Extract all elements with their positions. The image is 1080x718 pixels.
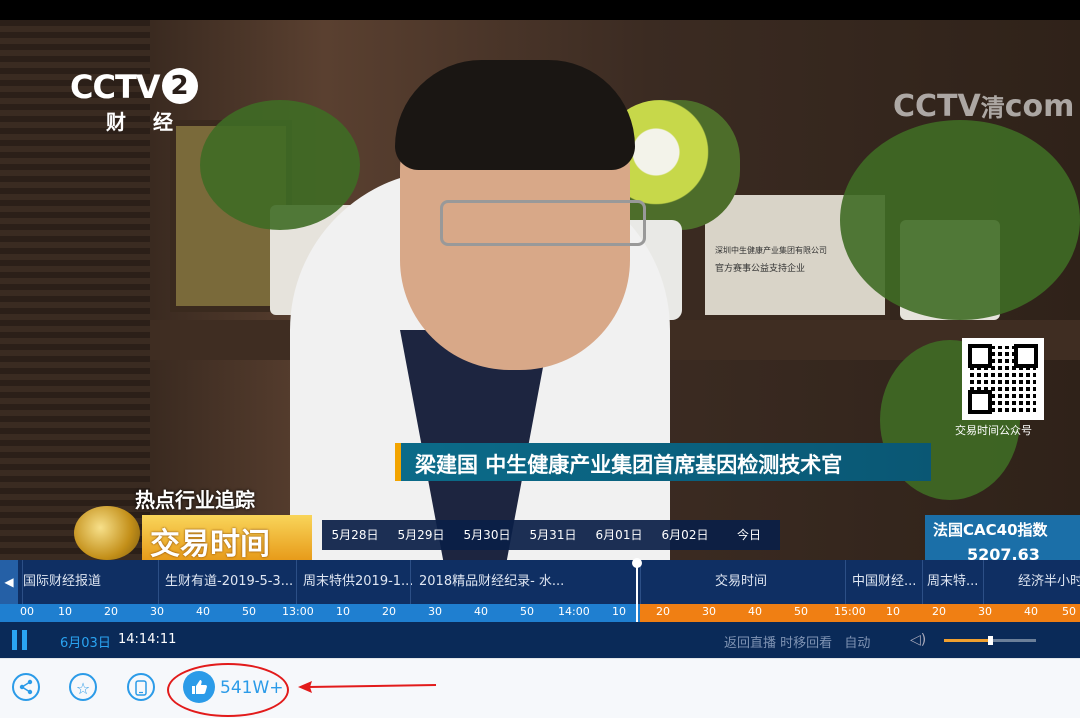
control-bar: 6月03日 14:14:11 返回直播 时移回看 自动 ◁) <box>0 622 1080 658</box>
cctv-watermark: CCTV清com <box>893 88 1074 124</box>
channel-name: 财 经 <box>106 110 183 134</box>
channel-logo-text: CCTV <box>70 68 161 106</box>
schedule-program[interactable]: 中国财经... <box>845 560 928 604</box>
playhead-handle[interactable] <box>632 558 642 568</box>
volume-icon[interactable]: ◁) <box>910 632 926 648</box>
qr-corner <box>968 390 992 414</box>
ruler-tick: 20 <box>104 605 118 618</box>
schedule-program[interactable]: 国际财经报道 <box>22 560 157 604</box>
share-icon[interactable] <box>12 673 40 701</box>
program-globe-icon <box>74 506 140 560</box>
ruler-tick: 20 <box>382 605 396 618</box>
schedule-program[interactable]: 周末特... <box>922 560 985 604</box>
timeshift-button[interactable]: 时移回看 <box>780 636 832 651</box>
qr-corner <box>1014 344 1038 368</box>
date-selector: 5月28日 5月29日 5月30日 5月31日 6月01日 6月02日 今日 <box>322 520 780 550</box>
current-date: 6月03日 <box>60 636 111 651</box>
date-tab[interactable]: 5月29日 <box>388 520 454 550</box>
ruler-tick: 13:00 <box>282 605 314 618</box>
program-title-banner: 交易时间 <box>142 515 312 562</box>
lower-third-text: 梁建国 中生健康产业集团首席基因检测技术官 <box>415 453 843 477</box>
ruler-tick: 15:00 <box>834 605 866 618</box>
back-to-live-button[interactable]: 返回直播 <box>724 636 776 651</box>
plaque-line1: 深圳中生健康产业集团有限公司 <box>715 246 827 255</box>
plaque-line2: 官方赛事公益支持企业 <box>715 264 806 274</box>
ruler-tick: 30 <box>428 605 442 618</box>
volume-handle[interactable] <box>988 636 993 645</box>
plant-right <box>840 120 1080 320</box>
schedule-program-current[interactable]: 交易时间 <box>640 560 841 604</box>
volume-slider[interactable] <box>944 636 1036 645</box>
channel-number: 2 <box>161 68 198 104</box>
ruler-tick: 10 <box>58 605 72 618</box>
video-player[interactable]: 深圳中生健康产业集团有限公司 官方赛事公益支持企业 CCTV 2 财 经 CCTV… <box>0 0 1080 658</box>
ruler-tick: 40 <box>474 605 488 618</box>
timeline-ruler-future[interactable]: 20 30 40 50 15:00 10 20 30 40 50 <box>640 604 1080 622</box>
ruler-tick: 20 <box>656 605 670 618</box>
ruler-tick: 14:00 <box>558 605 590 618</box>
watermark-suffix: com <box>1004 89 1075 124</box>
qr-corner <box>968 344 992 368</box>
timeline-playhead[interactable] <box>636 560 638 626</box>
ruler-tick: 40 <box>196 605 210 618</box>
ruler-tick: 30 <box>150 605 164 618</box>
ruler-tick: 00 <box>20 605 34 618</box>
action-bar: ☆ 541W+ <box>0 658 1080 718</box>
volume-level <box>944 639 990 642</box>
index-ticker: 法国CAC40指数 5207.63 <box>925 515 1080 564</box>
date-tab[interactable]: 5月28日 <box>322 520 388 550</box>
schedule-program[interactable]: 生财有道-2019-5-3... <box>158 560 301 604</box>
date-tab[interactable]: 5月30日 <box>454 520 520 550</box>
program-schedule: ◀ 国际财经报道 生财有道-2019-5-3... 周末特供2019-1... … <box>0 560 1080 604</box>
ruler-tick: 50 <box>242 605 256 618</box>
watermark-badge: 清 <box>980 94 1005 122</box>
pause-icon[interactable] <box>12 630 30 650</box>
plant-left <box>200 100 360 230</box>
favorite-star-icon[interactable]: ☆ <box>69 673 97 701</box>
ruler-tick: 50 <box>1062 605 1076 618</box>
ruler-tick: 10 <box>612 605 626 618</box>
quality-auto-button[interactable]: 自动 <box>844 636 870 651</box>
schedule-program[interactable]: 2018精品财经纪录- 水... <box>410 560 579 604</box>
date-tab[interactable]: 6月01日 <box>586 520 652 550</box>
watermark-text: CCTV <box>893 89 981 124</box>
person-hair <box>395 60 635 170</box>
ruler-tick: 30 <box>978 605 992 618</box>
current-time: 14:14:11 <box>118 632 177 647</box>
lower-third: 梁建国 中生健康产业集团首席基因检测技术官 <box>395 443 931 481</box>
ruler-tick: 40 <box>1024 605 1038 618</box>
schedule-program[interactable]: 经济半小时 <box>983 560 1080 604</box>
segment-title: 热点行业追踪 <box>135 488 255 512</box>
ruler-tick: 10 <box>886 605 900 618</box>
schedule-prev-arrow-icon[interactable]: ◀ <box>0 560 18 604</box>
ruler-tick: 50 <box>794 605 808 618</box>
index-title: 法国CAC40指数 <box>933 521 1048 539</box>
annotation-arrow <box>298 681 437 693</box>
person-glasses <box>440 200 646 246</box>
schedule-program[interactable]: 周末特供2019-1... <box>296 560 413 604</box>
date-tab[interactable]: 6月02日 <box>652 520 718 550</box>
channel-logo: CCTV 2 财 经 <box>70 68 198 134</box>
qr-label: 交易时间公众号 <box>955 424 1032 437</box>
playback-options: 返回直播 时移回看 自动 <box>724 632 870 651</box>
annotation-circle <box>167 663 289 717</box>
program-title: 交易时间 <box>150 527 270 562</box>
qr-code <box>962 338 1044 420</box>
date-tab[interactable]: 5月31日 <box>520 520 586 550</box>
ruler-tick: 10 <box>336 605 350 618</box>
ruler-tick: 50 <box>520 605 534 618</box>
top-bar <box>0 0 1080 20</box>
mobile-phone-icon[interactable] <box>127 673 155 701</box>
date-tab-today[interactable]: 今日 <box>718 520 780 550</box>
ruler-tick: 40 <box>748 605 762 618</box>
ruler-tick: 30 <box>702 605 716 618</box>
ruler-tick: 20 <box>932 605 946 618</box>
